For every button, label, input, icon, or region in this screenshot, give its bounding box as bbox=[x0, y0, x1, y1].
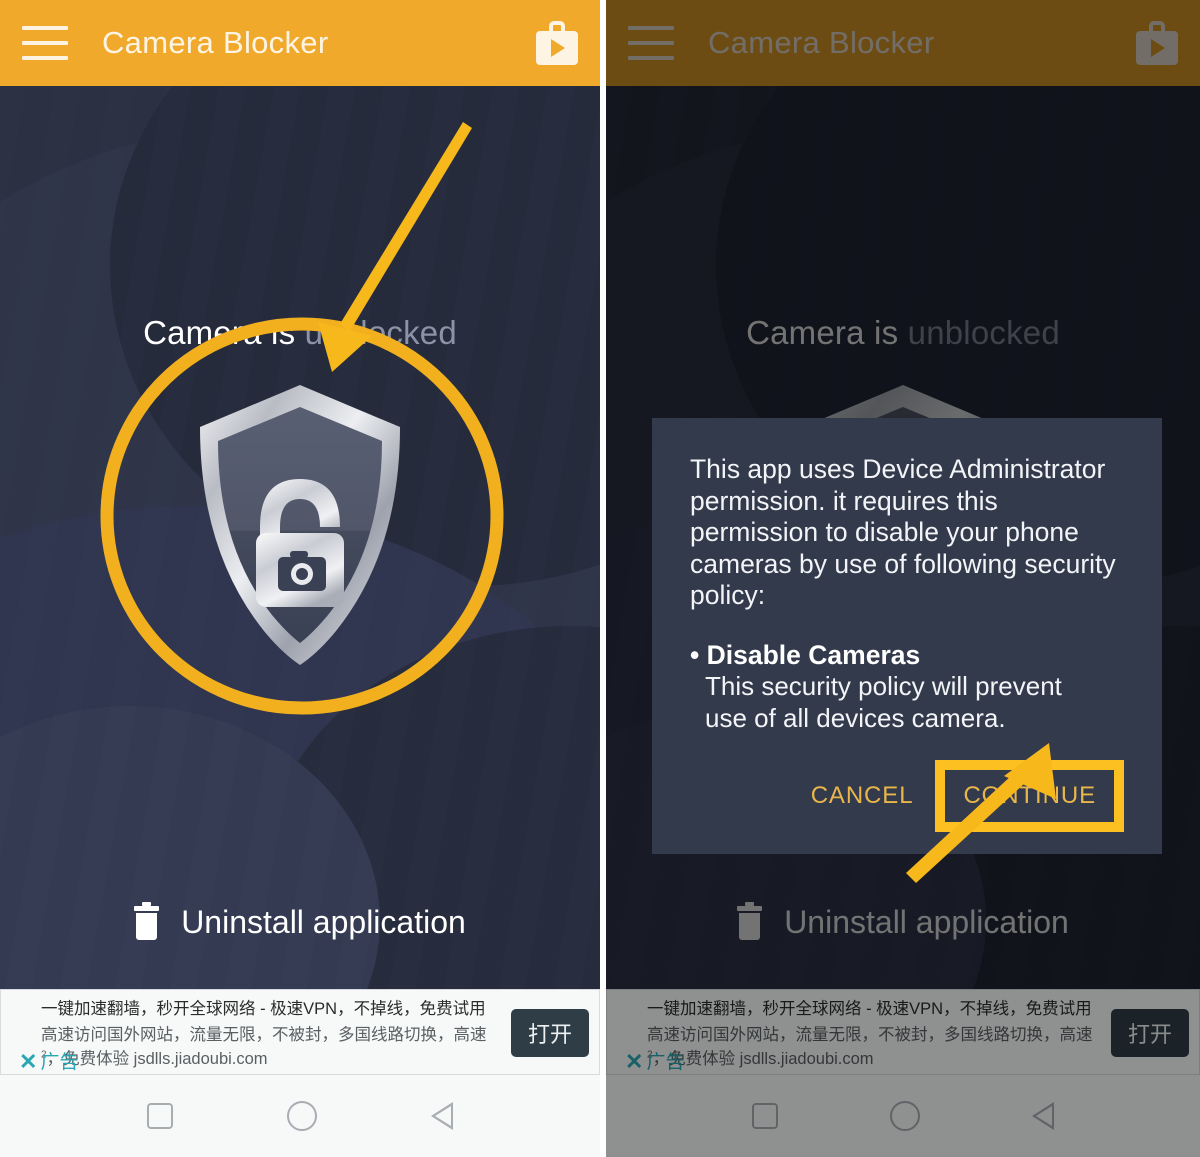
cancel-button[interactable]: CANCEL bbox=[793, 770, 932, 822]
hamburger-menu-icon[interactable] bbox=[628, 26, 674, 60]
app-bar: Camera Blocker bbox=[0, 0, 600, 86]
trash-icon bbox=[737, 901, 763, 940]
status-prefix: Camera is bbox=[143, 314, 305, 351]
play-store-bag-icon[interactable] bbox=[1136, 21, 1178, 65]
ad-banner[interactable]: 一键加速翻墙，秒开全球网络 - 极速VPN，不掉线，免费试用 高速访问国外网站，… bbox=[0, 989, 600, 1075]
triangle-back-icon[interactable] bbox=[431, 1102, 453, 1130]
ad-url-text: ，免费体验 jsdlls.jiadoubi.com bbox=[652, 1050, 874, 1069]
dialog-policy-desc-line2: use of all devices camera. bbox=[705, 702, 1006, 733]
close-x-icon: ✕ bbox=[625, 1049, 644, 1075]
ad-headline: 一键加速翻墙，秒开全球网络 - 极速VPN，不掉线，免费试用 bbox=[41, 1000, 486, 1018]
continue-button[interactable]: CONTINUE bbox=[945, 770, 1114, 822]
app-content: Camera is unblocked Uninstall applicatio… bbox=[606, 86, 1200, 989]
ad-text-block: 一键加速翻墙，秒开全球网络 - 极速VPN，不掉线，免费试用 高速访问国外网站，… bbox=[625, 995, 1103, 1073]
ad-headline: 一键加速翻墙，秒开全球网络 - 极速VPN，不掉线，免费试用 bbox=[647, 1000, 1092, 1018]
app-title: Camera Blocker bbox=[708, 25, 935, 60]
square-recents-icon bbox=[752, 1103, 778, 1129]
camera-status-text: Camera is unblocked bbox=[0, 314, 600, 352]
phone-screen-before: Camera Blocker Camera is unblocked Unins… bbox=[0, 0, 600, 1157]
ad-close-control[interactable]: ✕ 广告 bbox=[19, 1051, 78, 1073]
uninstall-application-button: Uninstall application bbox=[606, 901, 1200, 941]
close-x-icon[interactable]: ✕ bbox=[19, 1051, 37, 1073]
system-navigation-bar bbox=[0, 1075, 600, 1157]
uninstall-label: Uninstall application bbox=[784, 904, 1069, 940]
system-navigation-bar bbox=[606, 1075, 1200, 1157]
camera-status-text: Camera is unblocked bbox=[606, 314, 1200, 352]
status-state: unblocked bbox=[304, 314, 457, 351]
square-recents-icon[interactable] bbox=[147, 1103, 173, 1129]
ad-badge-label: 广告 bbox=[646, 1051, 685, 1073]
ad-description: 高速访问国外网站，流量无限，不被封，多国线路切换，高速 bbox=[41, 1025, 487, 1044]
shield-area bbox=[0, 381, 600, 671]
ad-open-button: 打开 bbox=[1110, 1009, 1189, 1057]
status-prefix: Camera is bbox=[746, 314, 908, 351]
dialog-actions: CANCEL CONTINUE bbox=[690, 734, 1124, 832]
ad-url-line: 2，免费体验 jsdlls.jiadoubi.com ✕ 广告 bbox=[625, 1048, 1103, 1073]
app-content: Camera is unblocked Uninstall applicatio… bbox=[0, 86, 600, 989]
uninstall-application-button[interactable]: Uninstall application bbox=[0, 901, 600, 941]
dialog-body-text: This app uses Device Administrator permi… bbox=[690, 454, 1116, 611]
ad-badge-label: 广告 bbox=[40, 1051, 79, 1073]
app-title: Camera Blocker bbox=[102, 25, 329, 60]
ad-close-control: ✕ 广告 bbox=[625, 1051, 684, 1073]
ad-description: 高速访问国外网站，流量无限，不被封，多国线路切换，高速 bbox=[647, 1025, 1093, 1044]
phone-screen-after: Camera Blocker Camera is unblocked Unins… bbox=[600, 0, 1200, 1157]
ad-text-block: 一键加速翻墙，秒开全球网络 - 极速VPN，不掉线，免费试用 高速访问国外网站，… bbox=[19, 995, 503, 1073]
ad-banner: 一键加速翻墙，秒开全球网络 - 极速VPN，不掉线，免费试用 高速访问国外网站，… bbox=[606, 989, 1200, 1075]
uninstall-label: Uninstall application bbox=[181, 904, 466, 940]
play-store-bag-icon[interactable] bbox=[536, 21, 578, 65]
circle-home-icon bbox=[890, 1101, 920, 1131]
two-panel-screenshot: Camera Blocker Camera is unblocked Unins… bbox=[0, 0, 1200, 1157]
dialog-policy-title: • Disable Cameras bbox=[690, 639, 921, 670]
hamburger-menu-icon[interactable] bbox=[22, 26, 68, 60]
app-bar: Camera Blocker bbox=[606, 0, 1200, 86]
ad-url-text: ，免费体验 jsdlls.jiadoubi.com bbox=[46, 1050, 268, 1069]
shield-with-open-padlock-camera-icon[interactable] bbox=[186, 381, 414, 671]
ad-open-button[interactable]: 打开 bbox=[510, 1009, 589, 1057]
triangle-back-icon bbox=[1032, 1102, 1054, 1130]
device-admin-permission-dialog: This app uses Device Administrator permi… bbox=[652, 418, 1162, 854]
status-state: unblocked bbox=[907, 314, 1060, 351]
dialog-policy-desc-line1: This security policy will prevent bbox=[705, 671, 1062, 702]
continue-button-wrapper: CONTINUE bbox=[935, 759, 1124, 832]
circle-home-icon[interactable] bbox=[287, 1101, 317, 1131]
ad-url-line: 2，免费体验 jsdlls.jiadoubi.com ✕ 广告 bbox=[19, 1048, 503, 1073]
trash-icon bbox=[134, 901, 160, 940]
